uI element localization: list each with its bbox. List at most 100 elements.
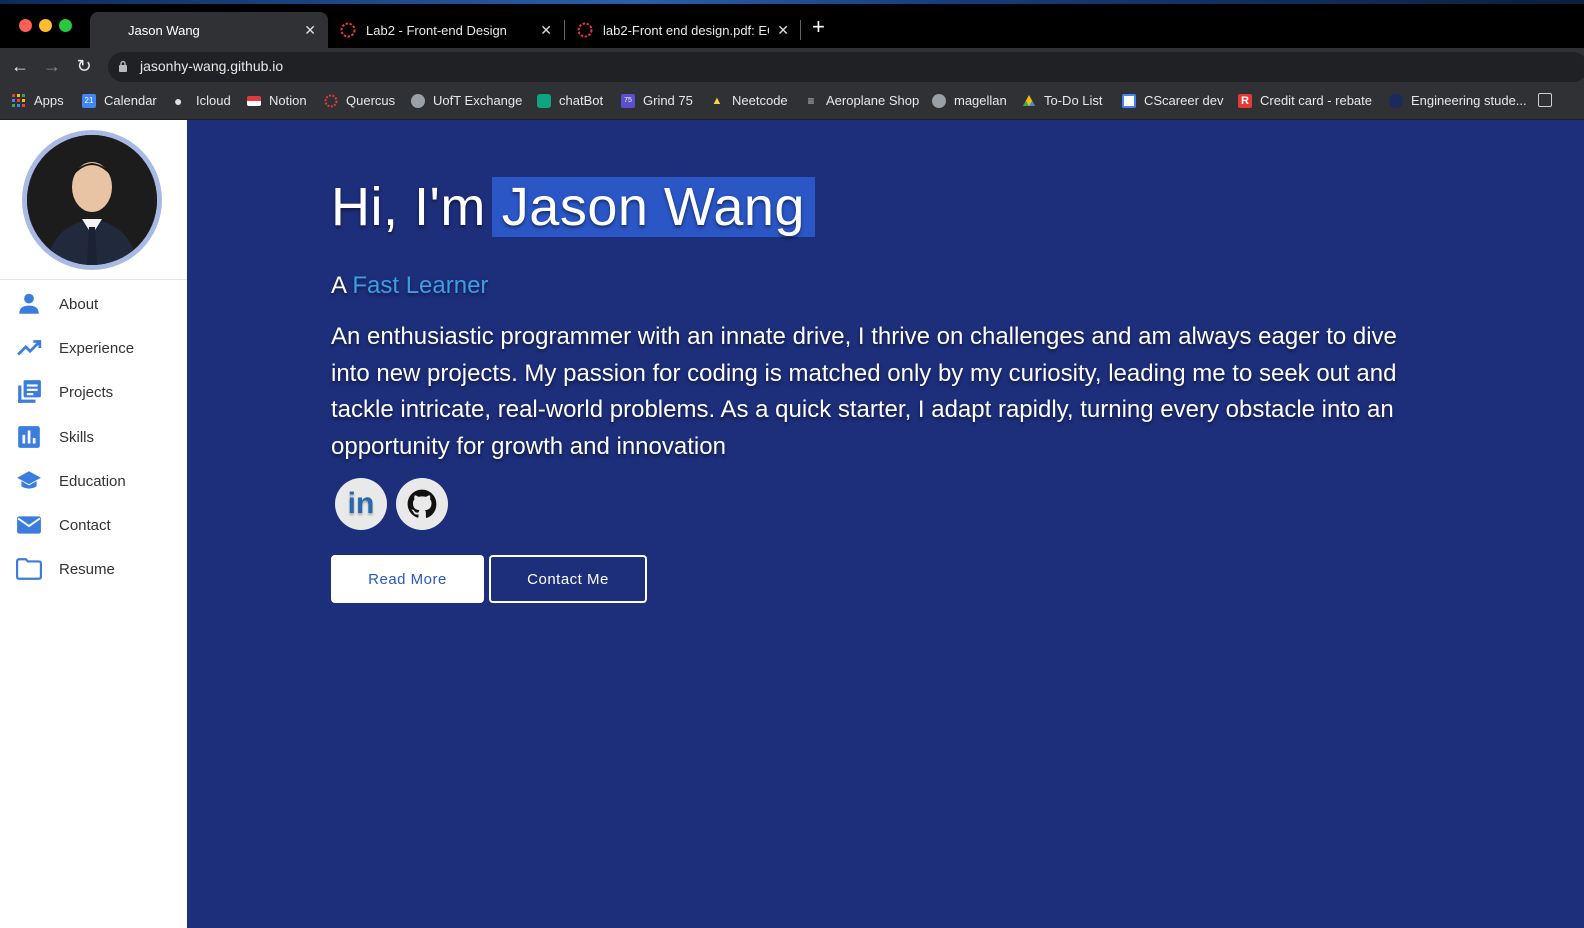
github-button[interactable] (396, 478, 448, 530)
bookmark-engineering[interactable]: Engineering stude... (1389, 93, 1527, 108)
bookmark-magellan[interactable]: magellan (932, 93, 1007, 108)
tab-close-icon[interactable]: ✕ (304, 22, 316, 39)
sidebar: About Experience Projects Skills Educati… (0, 120, 187, 928)
address-bar[interactable] (108, 52, 1584, 82)
bookmark-label: Notion (269, 93, 307, 108)
bookmark-apps[interactable]: Apps (12, 93, 64, 108)
apps-grid-icon (12, 93, 25, 107)
hero-subtitle: A Fast Learner (331, 272, 488, 300)
bookmark-chatbot[interactable]: chatBot (537, 93, 603, 108)
sidebar-item-resume[interactable]: Resume (0, 549, 187, 589)
bookmark-calendar[interactable]: 21 Calendar (82, 93, 157, 108)
tab-separator (800, 20, 801, 40)
bookmark-label: Icloud (196, 93, 231, 108)
globe-icon (411, 93, 425, 108)
bookmark-quercus[interactable]: Quercus (324, 93, 395, 108)
browser-tab-1[interactable]: Jason Wang ✕ (90, 12, 328, 48)
new-tab-plus-icon[interactable]: + (812, 14, 825, 40)
url-text[interactable]: jasonhy-wang.github.io (140, 58, 283, 74)
folder-icon (16, 558, 42, 580)
sidebar-item-skills[interactable]: Skills (0, 417, 187, 457)
bookmark-credit-card[interactable]: R Credit card - rebate (1238, 93, 1372, 108)
apple-icon: ● (174, 92, 183, 109)
subtitle-typed-text: Fast Learner (352, 272, 489, 299)
notion-flag-icon (247, 95, 261, 106)
sidebar-divider (0, 279, 187, 280)
sidebar-item-label: About (59, 295, 99, 313)
bookmark-label: Quercus (346, 93, 396, 108)
hero-greeting: Hi, I'm (331, 177, 486, 237)
sidebar-item-contact[interactable]: Contact (0, 505, 187, 545)
bookmark-label: Apps (34, 93, 64, 108)
bar-chart-icon (18, 426, 40, 448)
bookmark-label: Aeroplane Shop (826, 93, 920, 108)
chatgpt-icon (537, 93, 551, 108)
quercus-favicon-icon (577, 22, 593, 38)
lock-icon (119, 60, 127, 72)
window-minimize-button[interactable] (39, 19, 52, 32)
sidebar-item-projects[interactable]: Projects (0, 372, 187, 412)
menu-lines-icon: ≡ (807, 93, 815, 108)
sidebar-item-label: Skills (59, 428, 95, 446)
contact-me-button[interactable]: Contact Me (489, 555, 647, 603)
bookmark-grind75[interactable]: 75 Grind 75 (621, 93, 693, 108)
sidebar-item-education[interactable]: Education (0, 461, 187, 501)
hero-bio: An enthusiastic programmer with an innat… (331, 323, 1397, 460)
bookmark-label: magellan (954, 93, 1007, 108)
forward-arrow-icon[interactable]: → (42, 56, 62, 77)
bookmark-neetcode[interactable]: ▲ Neetcode (710, 93, 788, 108)
quercus-favicon-icon (340, 22, 356, 38)
bookmark-label: Grind 75 (643, 93, 693, 108)
google-drive-icon (1023, 94, 1035, 106)
bookmark-folder[interactable] (1538, 93, 1560, 107)
bookmark-label: UofT Exchange (433, 93, 523, 108)
hero-title: Hi, I'm Jason Wang (331, 176, 815, 238)
profile-photo (27, 135, 157, 265)
bookmark-label: CScareer dev (1144, 93, 1224, 108)
browser-tab-2[interactable]: Lab2 - Front-end Design ✕ (328, 12, 564, 48)
sidebar-item-about[interactable]: About (0, 284, 187, 324)
desktop-top-strip (0, 0, 1584, 4)
bookmark-notion[interactable]: Notion (247, 93, 307, 108)
linkedin-icon: in (347, 487, 375, 520)
grind75-icon: 75 (621, 93, 635, 108)
bookmark-label: To-Do List (1044, 93, 1103, 108)
mail-icon (17, 516, 41, 534)
bookmark-uoft-exchange[interactable]: UofT Exchange (411, 93, 522, 108)
library-books-icon (18, 380, 41, 403)
sidebar-item-label: Projects (59, 383, 114, 401)
bookmark-todo[interactable]: To-Do List (1022, 93, 1103, 108)
linkedin-button[interactable]: in (335, 478, 387, 530)
bookmark-cscareer[interactable]: CScareer dev (1122, 93, 1223, 108)
reload-icon[interactable]: ↻ (74, 56, 94, 77)
sidebar-item-label: Contact (59, 516, 111, 534)
calendar-icon: 21 (82, 93, 96, 108)
window-zoom-button[interactable] (59, 19, 72, 32)
sidebar-item-experience[interactable]: Experience (0, 328, 187, 368)
avatar (22, 130, 162, 270)
browser-tab-3[interactable]: lab2-Front end design.pdf: EC ✕ (565, 12, 801, 48)
favicon-icon (102, 22, 118, 38)
school-icon (17, 471, 41, 489)
folder-icon (1538, 93, 1552, 107)
tab-close-icon[interactable]: ✕ (540, 22, 552, 39)
back-arrow-icon[interactable]: ← (10, 56, 30, 77)
profile-photo-illustration (27, 135, 157, 265)
uoft-crest-icon (1389, 93, 1403, 108)
bookmark-label: Engineering stude... (1411, 93, 1527, 108)
rebate-r-icon: R (1238, 93, 1252, 108)
trending-up-icon (17, 340, 42, 356)
sidebar-item-label: Education (59, 472, 126, 490)
read-more-button[interactable]: Read More (331, 555, 484, 603)
person-icon (19, 293, 39, 314)
tab-close-icon[interactable]: ✕ (777, 22, 789, 39)
bookmark-label: Neetcode (732, 93, 788, 108)
portfolio-page: About Experience Projects Skills Educati… (0, 120, 1584, 928)
bookmark-aeroplane-shop[interactable]: ≡ Aeroplane Shop (804, 93, 919, 108)
tab-title: Lab2 - Front-end Design (366, 22, 507, 38)
bookmark-label: Credit card - rebate (1260, 93, 1372, 108)
window-close-button[interactable] (19, 19, 32, 32)
quercus-icon (324, 94, 338, 107)
bookmark-icloud[interactable]: ● Icloud (174, 93, 231, 108)
globe-icon (932, 93, 946, 108)
